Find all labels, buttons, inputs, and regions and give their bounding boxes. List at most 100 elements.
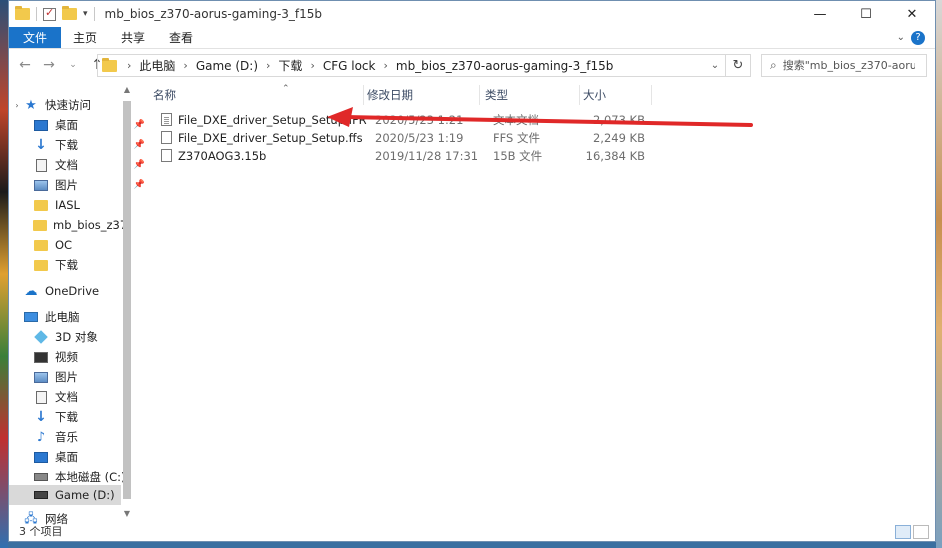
address-bar[interactable]: › 此电脑 › Game (D:) › 下载 › CFG lock › mb_b… bbox=[97, 54, 751, 77]
tab-share[interactable]: 共享 bbox=[109, 27, 157, 48]
close-button[interactable]: ✕ bbox=[889, 1, 935, 27]
item-count: 3 个项目 bbox=[19, 525, 63, 538]
back-arrow-icon[interactable]: ← bbox=[15, 57, 35, 73]
nav-label: 此电脑 bbox=[45, 310, 80, 324]
pin-icon: 📌 bbox=[133, 120, 145, 130]
column-header-size[interactable]: 大小 bbox=[583, 85, 606, 105]
desktop-background-left bbox=[0, 0, 8, 548]
nav-item-mb-bios[interactable]: mb_bios_z370- bbox=[33, 215, 127, 235]
search-box[interactable]: ⌕ bbox=[761, 54, 927, 77]
breadcrumb-separator-icon[interactable]: › bbox=[127, 59, 131, 72]
pin-icon: 📌 bbox=[133, 140, 145, 150]
nav-item-pc-downloads[interactable]: ↓ 下载 bbox=[33, 407, 151, 427]
refresh-icon[interactable]: ↻ bbox=[725, 54, 751, 77]
file-type: 文本文档 bbox=[493, 112, 539, 127]
expand-ribbon-chevron-icon[interactable]: ⌄ bbox=[897, 32, 905, 43]
scroll-up-icon[interactable]: ▲ bbox=[121, 85, 133, 94]
nav-item-desktop[interactable]: 桌面 📌 bbox=[33, 115, 151, 135]
column-divider[interactable] bbox=[579, 85, 580, 105]
breadcrumb-separator-icon[interactable]: › bbox=[310, 59, 314, 72]
file-list: ⌃ 名称 修改日期 类型 大小 File_DXE_driver_Setup_Se… bbox=[145, 84, 935, 521]
help-icon[interactable]: ? bbox=[911, 30, 925, 45]
file-explorer-window: ▾ mb_bios_z370-aorus-gaming-3_f15b — ☐ ✕… bbox=[8, 0, 936, 542]
download-icon: ↓ bbox=[35, 137, 47, 153]
file-name: File_DXE_driver_Setup_Setup.ffs bbox=[178, 130, 363, 145]
nav-item-downloads[interactable]: ↓ 下载 📌 bbox=[33, 135, 151, 155]
nav-item-videos[interactable]: 视频 bbox=[33, 347, 151, 367]
tab-file[interactable]: 文件 bbox=[9, 27, 62, 48]
column-header-type[interactable]: 类型 bbox=[485, 85, 508, 105]
window-controls: — ☐ ✕ bbox=[797, 1, 935, 27]
breadcrumb-this-pc[interactable]: 此电脑 bbox=[139, 57, 175, 74]
search-input[interactable] bbox=[782, 59, 915, 72]
recent-locations-chevron-icon[interactable]: ⌄ bbox=[63, 60, 83, 70]
window-title: mb_bios_z370-aorus-gaming-3_f15b bbox=[104, 7, 323, 21]
minimize-button[interactable]: — bbox=[797, 1, 843, 27]
column-divider[interactable] bbox=[651, 85, 652, 105]
forward-arrow-icon[interactable]: → bbox=[39, 57, 59, 73]
file-row[interactable]: File_DXE_driver_Setup_Setup.ffs 2020/5/2… bbox=[145, 128, 645, 147]
nav-scrollbar[interactable]: ▲ ▼ bbox=[121, 85, 133, 521]
nav-quick-access[interactable]: › ★ 快速访问 bbox=[13, 95, 131, 115]
text-file-icon bbox=[161, 113, 172, 126]
file-icon bbox=[161, 149, 172, 162]
nav-label: 文档 bbox=[55, 390, 78, 404]
folder-icon bbox=[33, 198, 49, 212]
file-date: 2020/5/23 1:21 bbox=[375, 112, 464, 127]
tab-home[interactable]: 主页 bbox=[61, 27, 109, 48]
customize-toolbar-dropdown-icon[interactable]: ▾ bbox=[83, 9, 88, 19]
nav-item-downloads-folder[interactable]: 下载 bbox=[33, 255, 151, 275]
cube-icon bbox=[33, 330, 49, 344]
nav-label: OC bbox=[55, 238, 73, 252]
column-header-date[interactable]: 修改日期 bbox=[367, 85, 413, 105]
file-row[interactable]: Z370AOG3.15b 2019/11/28 17:31 15B 文件 16,… bbox=[145, 146, 645, 165]
properties-icon[interactable] bbox=[43, 6, 56, 21]
navigation-pane: › ★ 快速访问 桌面 📌 ↓ 下载 📌 文档 📌 图片 📌 IASL mb_b… bbox=[9, 85, 145, 526]
nav-item-3d-objects[interactable]: 3D 对象 bbox=[33, 327, 151, 347]
folder-icon bbox=[102, 57, 117, 72]
breadcrumb-cfg-lock[interactable]: CFG lock bbox=[323, 59, 376, 73]
new-folder-icon[interactable] bbox=[62, 6, 77, 20]
details-view-icon[interactable] bbox=[895, 525, 911, 539]
tab-view[interactable]: 查看 bbox=[157, 27, 205, 48]
breadcrumb-game-drive[interactable]: Game (D:) bbox=[196, 59, 258, 73]
nav-item-iasl[interactable]: IASL bbox=[33, 195, 151, 215]
expand-chevron-icon[interactable]: › bbox=[13, 98, 21, 112]
nav-label: 下载 bbox=[55, 258, 78, 272]
nav-item-music[interactable]: ♪ 音乐 bbox=[33, 427, 151, 447]
breadcrumb-separator-icon[interactable]: › bbox=[383, 59, 387, 72]
folder-icon bbox=[33, 238, 49, 252]
drive-icon bbox=[33, 488, 49, 502]
scroll-thumb[interactable] bbox=[123, 101, 131, 499]
nav-item-pictures[interactable]: 图片 📌 bbox=[33, 175, 151, 195]
nav-item-pc-documents[interactable]: 文档 bbox=[33, 387, 151, 407]
maximize-button[interactable]: ☐ bbox=[843, 1, 889, 27]
folder-icon bbox=[33, 258, 49, 272]
column-divider[interactable] bbox=[479, 85, 480, 105]
desktop-icon bbox=[33, 450, 49, 464]
address-history-dropdown-icon[interactable]: ⌄ bbox=[705, 54, 725, 77]
scroll-down-icon[interactable]: ▼ bbox=[121, 509, 133, 518]
breadcrumb-separator-icon[interactable]: › bbox=[266, 59, 270, 72]
nav-item-oc[interactable]: OC bbox=[33, 235, 151, 255]
file-type: 15B 文件 bbox=[493, 148, 543, 163]
column-divider[interactable] bbox=[363, 85, 364, 105]
column-header-name[interactable]: 名称 bbox=[153, 85, 176, 105]
nav-label: IASL bbox=[55, 198, 80, 212]
breadcrumb-current-folder[interactable]: mb_bios_z370-aorus-gaming-3_f15b bbox=[396, 59, 614, 73]
nav-item-local-disk-c[interactable]: 本地磁盘 (C:) bbox=[33, 467, 151, 487]
file-row[interactable]: File_DXE_driver_Setup_Setup IFR 2020/5/2… bbox=[145, 110, 645, 129]
breadcrumb-downloads[interactable]: 下载 bbox=[278, 57, 302, 74]
drive-icon bbox=[33, 470, 49, 484]
search-icon: ⌕ bbox=[770, 58, 777, 72]
nav-item-pc-desktop[interactable]: 桌面 bbox=[33, 447, 151, 467]
breadcrumb-separator-icon[interactable]: › bbox=[183, 59, 187, 72]
view-toggle bbox=[895, 525, 929, 539]
nav-item-documents[interactable]: 文档 📌 bbox=[33, 155, 151, 175]
title-bar: ▾ mb_bios_z370-aorus-gaming-3_f15b — ☐ ✕ bbox=[9, 1, 935, 27]
file-size: 2,073 KB bbox=[592, 112, 645, 127]
nav-item-game-d[interactable]: Game (D:) bbox=[9, 485, 121, 505]
nav-item-pc-pictures[interactable]: 图片 bbox=[33, 367, 151, 387]
large-icons-view-icon[interactable] bbox=[913, 525, 929, 539]
nav-label: 桌面 bbox=[55, 450, 78, 464]
